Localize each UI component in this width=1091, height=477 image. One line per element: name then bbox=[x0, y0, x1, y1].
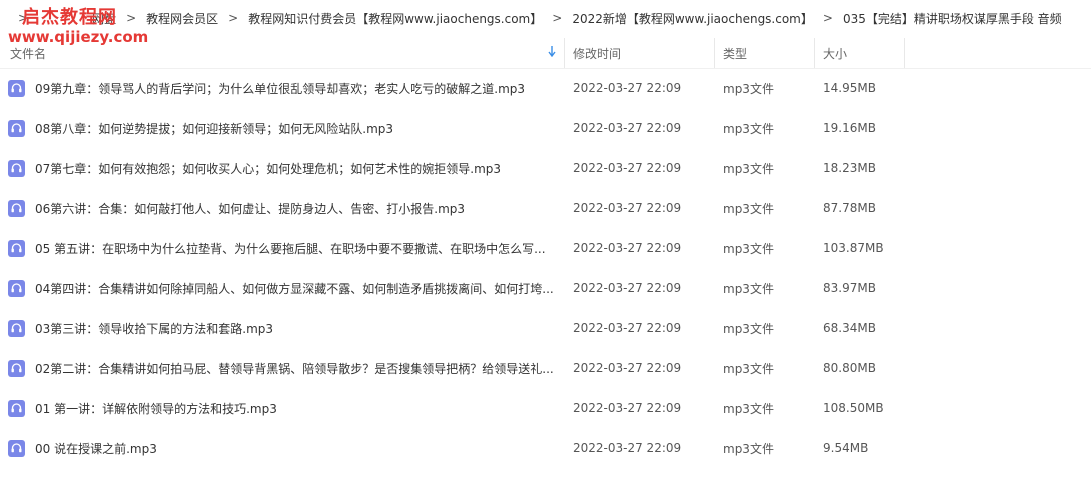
breadcrumb-item-paid-member[interactable]: 教程网知识付费会员【教程网www.jiaochengs.com】 bbox=[248, 10, 542, 27]
file-size: 87.78MB bbox=[823, 201, 876, 215]
breadcrumb-item-current-folder[interactable]: 035【完结】精讲职场权谋厚黑手段 音频 bbox=[843, 10, 1062, 27]
file-type: mp3文件 bbox=[723, 401, 774, 416]
file-name[interactable]: 09第九章：领导骂人的背后学问；为什么单位很乱领导却喜欢；老实人吃亏的破解之道.… bbox=[35, 80, 525, 97]
file-size: 68.34MB bbox=[823, 321, 876, 335]
headphones-icon bbox=[8, 79, 25, 97]
breadcrumb-item-member-area[interactable]: 教程网会员区 bbox=[146, 10, 218, 27]
headphones-icon bbox=[8, 119, 25, 137]
file-type: mp3文件 bbox=[723, 241, 774, 256]
file-type: mp3文件 bbox=[723, 361, 774, 376]
chevron-right-icon: > bbox=[822, 11, 833, 25]
file-name[interactable]: 00 说在授课之前.mp3 bbox=[35, 440, 157, 457]
column-header-size[interactable]: 大小 bbox=[815, 38, 905, 68]
file-size: 80.80MB bbox=[823, 361, 876, 375]
column-header-type[interactable]: 类型 bbox=[715, 38, 815, 68]
headphones-icon bbox=[8, 279, 25, 297]
column-header-type-label: 类型 bbox=[723, 46, 748, 61]
chevron-right-icon: > bbox=[228, 11, 239, 25]
file-type: mp3文件 bbox=[723, 81, 774, 96]
table-row[interactable]: 03第三讲：领导收拾下属的方法和套路.mp3 2022-03-27 22:09 … bbox=[0, 308, 1091, 348]
file-size: 103.87MB bbox=[823, 241, 884, 255]
table-row[interactable]: 00 说在授课之前.mp3 2022-03-27 22:09 mp3文件 9.5… bbox=[0, 428, 1091, 468]
file-name[interactable]: 06第六讲：合集：如何敲打他人、如何虚让、提防身边人、告密、打小报告.mp3 bbox=[35, 200, 465, 217]
file-modified-time: 2022-03-27 22:09 bbox=[573, 81, 682, 95]
table-row[interactable]: 02第二讲：合集精讲如何拍马屁、替领导背黑锅、陪领导散步？是否搜集领导把柄？给领… bbox=[0, 348, 1091, 388]
file-list: 09第九章：领导骂人的背后学问；为什么单位很乱领导却喜欢；老实人吃亏的破解之道.… bbox=[0, 68, 1091, 468]
file-name[interactable]: 07第七章：如何有效抱怨；如何收买人心；如何处理危机；如何艺术性的婉拒领导.mp… bbox=[35, 160, 501, 177]
headphones-icon bbox=[8, 399, 25, 417]
file-type: mp3文件 bbox=[723, 121, 774, 136]
table-row[interactable]: 06第六讲：合集：如何敲打他人、如何虚让、提防身边人、告密、打小报告.mp3 2… bbox=[0, 188, 1091, 228]
file-modified-time: 2022-03-27 22:09 bbox=[573, 121, 682, 135]
chevron-right-icon: > bbox=[552, 11, 563, 25]
breadcrumb-item-2022-new[interactable]: 2022新增【教程网www.jiaochengs.com】 bbox=[572, 10, 813, 27]
arrow-down-icon[interactable] bbox=[548, 46, 556, 60]
file-list-header: 文件名 修改时间 类型 大小 bbox=[0, 38, 1091, 69]
headphones-icon bbox=[8, 439, 25, 457]
table-row[interactable]: 09第九章：领导骂人的背后学问；为什么单位很乱领导却喜欢；老实人吃亏的破解之道.… bbox=[0, 68, 1091, 108]
file-modified-time: 2022-03-27 22:09 bbox=[573, 401, 682, 415]
file-modified-time: 2022-03-27 22:09 bbox=[573, 201, 682, 215]
file-size: 108.50MB bbox=[823, 401, 884, 415]
file-name[interactable]: 08第八章：如何逆势提拔；如何迎接新领导；如何无风险站队.mp3 bbox=[35, 120, 393, 137]
file-type: mp3文件 bbox=[723, 441, 774, 456]
headphones-icon bbox=[8, 239, 25, 257]
file-size: 14.95MB bbox=[823, 81, 876, 95]
file-type: mp3文件 bbox=[723, 161, 774, 176]
column-header-size-label: 大小 bbox=[823, 46, 848, 61]
file-name[interactable]: 01 第一讲：详解依附领导的方法和技巧.mp3 bbox=[35, 400, 277, 417]
file-name[interactable]: 04第四讲：合集精讲如何除掉同船人、如何做方显深藏不露、如何制造矛盾挑拨离间、如… bbox=[35, 280, 554, 297]
headphones-icon bbox=[8, 159, 25, 177]
file-type: mp3文件 bbox=[723, 321, 774, 336]
file-name[interactable]: 05 第五讲：在职场中为什么拉垫背、为什么要拖后腿、在职场中要不要撒谎、在职场中… bbox=[35, 240, 546, 257]
file-modified-time: 2022-03-27 22:09 bbox=[573, 161, 682, 175]
file-name[interactable]: 02第二讲：合集精讲如何拍马屁、替领导背黑锅、陪领导散步？是否搜集领导把柄？给领… bbox=[35, 360, 554, 377]
file-type: mp3文件 bbox=[723, 201, 774, 216]
column-header-time-label: 修改时间 bbox=[573, 46, 622, 61]
headphones-icon bbox=[8, 359, 25, 377]
breadcrumb: > 网盘 > 教程网会员区 > 教程网知识付费会员【教程网www.jiaoche… bbox=[0, 0, 1091, 36]
file-modified-time: 2022-03-27 22:09 bbox=[573, 361, 682, 375]
chevron-right-icon: > bbox=[126, 11, 137, 25]
file-browser: > 网盘 > 教程网会员区 > 教程网知识付费会员【教程网www.jiaoche… bbox=[0, 0, 1091, 477]
file-modified-time: 2022-03-27 22:09 bbox=[573, 281, 682, 295]
table-row[interactable]: 08第八章：如何逆势提拔；如何迎接新领导；如何无风险站队.mp3 2022-03… bbox=[0, 108, 1091, 148]
file-type: mp3文件 bbox=[723, 281, 774, 296]
file-size: 9.54MB bbox=[823, 441, 869, 455]
file-size: 19.16MB bbox=[823, 121, 876, 135]
table-row[interactable]: 05 第五讲：在职场中为什么拉垫背、为什么要拖后腿、在职场中要不要撒谎、在职场中… bbox=[0, 228, 1091, 268]
file-size: 18.23MB bbox=[823, 161, 876, 175]
table-row[interactable]: 01 第一讲：详解依附领导的方法和技巧.mp3 2022-03-27 22:09… bbox=[0, 388, 1091, 428]
file-name[interactable]: 03第三讲：领导收拾下属的方法和套路.mp3 bbox=[35, 320, 273, 337]
column-header-time[interactable]: 修改时间 bbox=[565, 38, 715, 68]
file-modified-time: 2022-03-27 22:09 bbox=[573, 441, 682, 455]
headphones-icon bbox=[8, 199, 25, 217]
file-size: 83.97MB bbox=[823, 281, 876, 295]
file-modified-time: 2022-03-27 22:09 bbox=[573, 241, 682, 255]
file-modified-time: 2022-03-27 22:09 bbox=[573, 321, 682, 335]
headphones-icon bbox=[8, 319, 25, 337]
column-header-name-label: 文件名 bbox=[10, 46, 47, 61]
table-row[interactable]: 04第四讲：合集精讲如何除掉同船人、如何做方显深藏不露、如何制造矛盾挑拨离间、如… bbox=[0, 268, 1091, 308]
table-row[interactable]: 07第七章：如何有效抱怨；如何收买人心；如何处理危机；如何艺术性的婉拒领导.mp… bbox=[0, 148, 1091, 188]
column-header-name[interactable]: 文件名 bbox=[0, 38, 565, 68]
watermark-title: 启杰教程网 bbox=[22, 7, 117, 28]
